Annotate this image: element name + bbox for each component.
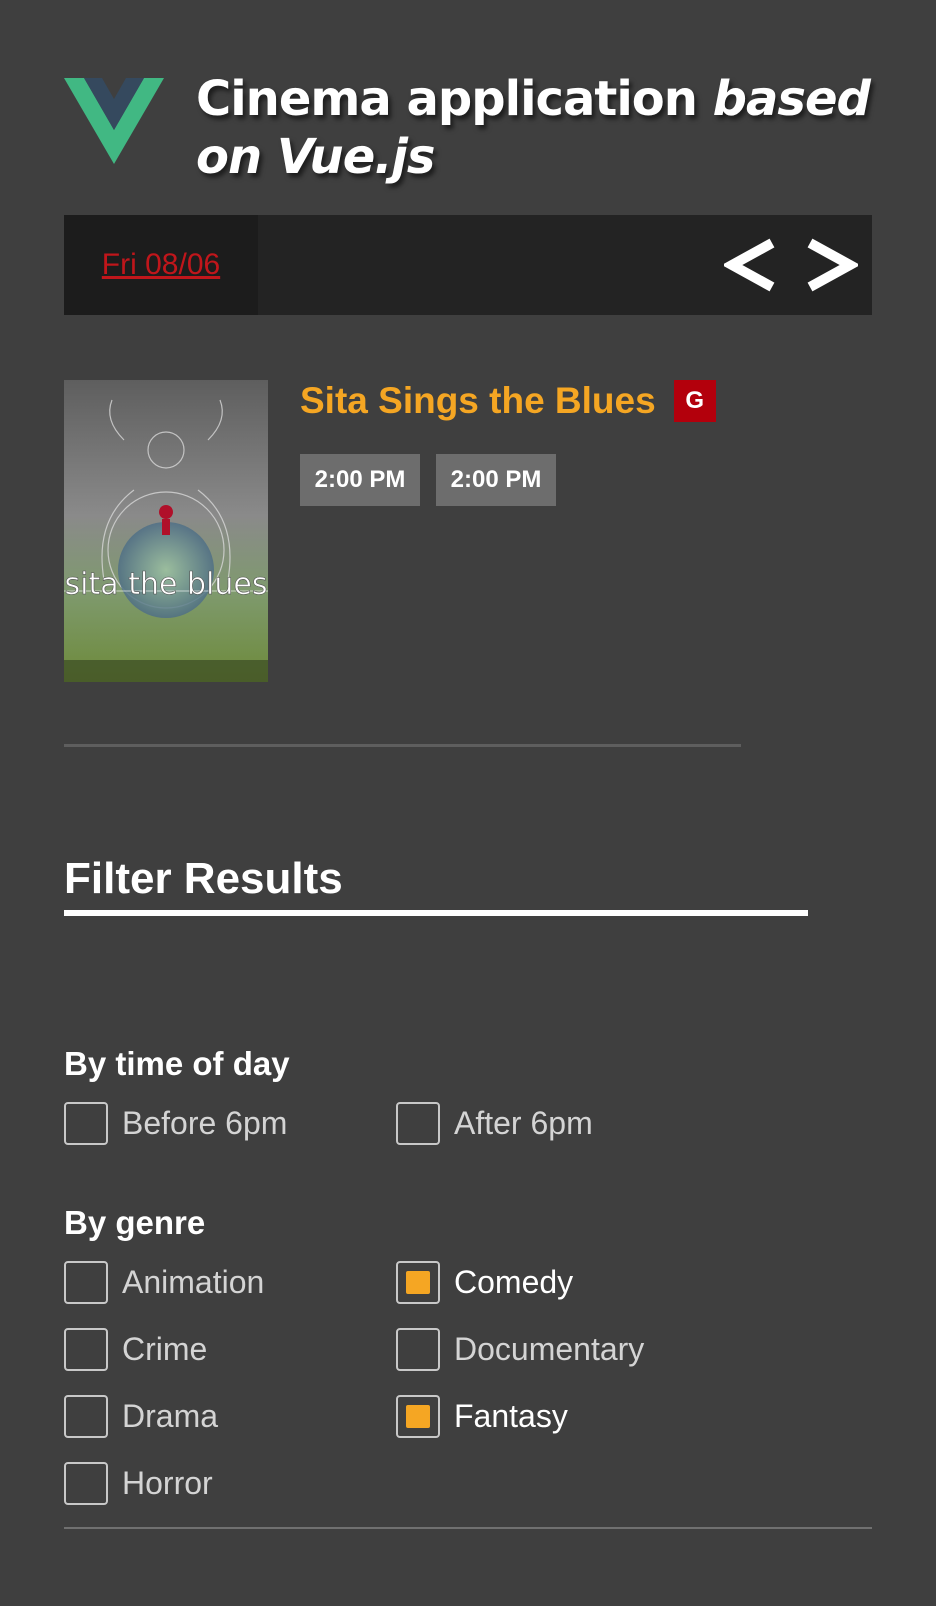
showtime-button[interactable]: 2:00 PM — [300, 454, 420, 506]
date-selector: Fri 08/06 — [64, 215, 872, 315]
checkbox[interactable] — [64, 1395, 108, 1438]
checkbox[interactable] — [64, 1328, 108, 1371]
movie-title[interactable]: Sita Sings the Blues — [300, 380, 656, 422]
option-label: Drama — [122, 1398, 219, 1434]
filter-option-crime[interactable]: Crime — [64, 1328, 396, 1371]
filter-group-time: By time of day Before 6pm After 6pm — [64, 1044, 874, 1145]
checkbox[interactable] — [64, 1462, 108, 1505]
filter-option-after-6pm[interactable]: After 6pm — [396, 1102, 728, 1145]
showtime-button[interactable]: 2:00 PM — [436, 454, 556, 506]
poster-image: sita the blues — [64, 380, 268, 682]
filter-option-documentary[interactable]: Documentary — [396, 1328, 728, 1371]
option-label: Animation — [122, 1264, 265, 1300]
movie-title-row: Sita Sings the Blues G — [300, 380, 716, 422]
filters-title: Filter Results — [64, 850, 808, 916]
time-options: Before 6pm After 6pm — [64, 1102, 874, 1145]
option-label: After 6pm — [454, 1105, 593, 1141]
showtimes: 2:00 PM 2:00 PM — [300, 454, 716, 506]
filter-option-fantasy[interactable]: Fantasy — [396, 1395, 728, 1438]
chevron-right-icon[interactable] — [804, 235, 858, 295]
chevron-left-icon[interactable] — [724, 235, 778, 295]
filter-option-comedy[interactable]: Comedy — [396, 1261, 728, 1304]
filter-option-before-6pm[interactable]: Before 6pm — [64, 1102, 396, 1145]
vue-logo-icon — [64, 78, 164, 164]
svg-text:sita the blues: sita the blues — [65, 567, 268, 602]
cinema-app: Cinema application based on Vue.js Fri 0… — [0, 0, 936, 1606]
option-label: Crime — [122, 1331, 208, 1367]
checkbox[interactable] — [396, 1395, 440, 1438]
date-tab-selected: Fri 08/06 — [64, 215, 258, 315]
filter-group-genre: By genre Animation Comedy Crime Document… — [64, 1203, 874, 1505]
filter-panel: Filter Results By time of day Before 6pm… — [64, 850, 874, 1505]
filter-option-horror[interactable]: Horror — [64, 1462, 396, 1505]
option-label: Horror — [122, 1465, 213, 1501]
filter-option-animation[interactable]: Animation — [64, 1261, 396, 1304]
option-label: Comedy — [454, 1264, 574, 1300]
app-title: Cinema application based on Vue.js — [196, 70, 886, 186]
checkbox[interactable] — [396, 1328, 440, 1371]
checkbox[interactable] — [396, 1102, 440, 1145]
option-label: Documentary — [454, 1331, 645, 1367]
divider — [64, 744, 741, 747]
movie-card: sita the blues Sita Sings the Blues G 2:… — [64, 380, 764, 682]
rating-badge: G — [673, 380, 716, 422]
divider — [64, 1527, 872, 1529]
checkbox[interactable] — [64, 1102, 108, 1145]
option-label: Fantasy — [454, 1398, 568, 1434]
filter-group-title: By genre — [64, 1204, 206, 1241]
app-title-main: Cinema application — [196, 71, 713, 127]
option-label: Before 6pm — [122, 1105, 288, 1141]
checkbox[interactable] — [64, 1261, 108, 1304]
filter-group-title: By time of day — [64, 1045, 290, 1082]
genre-options: Animation Comedy Crime Documentary Drama — [64, 1261, 874, 1505]
movie-info: Sita Sings the Blues G 2:00 PM 2:00 PM — [300, 380, 716, 506]
date-navigation — [724, 227, 858, 303]
app-header: Cinema application based on Vue.js — [64, 70, 884, 190]
date-link[interactable]: Fri 08/06 — [102, 248, 220, 282]
filter-option-drama[interactable]: Drama — [64, 1395, 396, 1438]
movie-poster[interactable]: sita the blues — [64, 380, 268, 682]
checkbox[interactable] — [396, 1261, 440, 1304]
